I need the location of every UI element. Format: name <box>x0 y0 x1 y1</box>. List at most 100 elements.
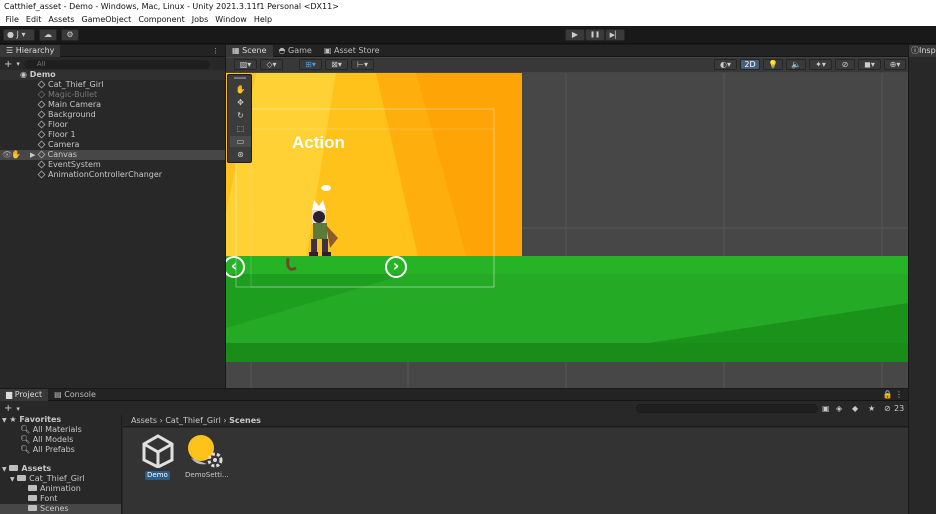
hierarchy-item[interactable]: Camera <box>0 140 225 150</box>
hand-icon: ✋ <box>235 85 246 94</box>
menu-gameobject[interactable]: GameObject <box>78 14 135 26</box>
tab-asset-store[interactable]: ▣ Asset Store <box>318 45 386 57</box>
create-asset-button[interactable]: + <box>0 403 16 414</box>
scale-tool-button[interactable]: ⬚ <box>230 123 251 134</box>
menu-assets[interactable]: Assets <box>45 14 78 26</box>
menu-window[interactable]: Window <box>212 14 251 26</box>
folder-item[interactable]: Scenes <box>0 504 121 514</box>
move-tool-button[interactable]: ✥ <box>230 97 251 108</box>
hierarchy-item[interactable]: 👁 ✋ ▶ Canvas <box>0 150 225 160</box>
store-icon: ▣ <box>323 45 334 55</box>
transform-icon: ⊛ <box>237 150 244 159</box>
snap-increment-button[interactable]: ⊠▾ <box>325 59 348 70</box>
cloud-icon: ☁ <box>44 30 52 39</box>
asset-item[interactable]: Demo <box>139 434 175 486</box>
align-button[interactable]: ⊢▾ <box>351 59 374 70</box>
tab-scene[interactable]: ▦ Scene <box>226 44 273 57</box>
step-button[interactable]: ▶▏ <box>605 29 625 41</box>
scene-root[interactable]: ◉ Demo <box>0 70 225 80</box>
hierarchy-item[interactable]: Cat_Thief_Girl <box>0 80 225 90</box>
audio-toggle-button[interactable]: 🔈 <box>786 59 806 70</box>
folder-item[interactable]: Animation <box>0 484 121 494</box>
transform-tool-button[interactable]: ⊛ <box>230 149 251 160</box>
favorite-item[interactable]: 🔍︎ All Models <box>0 435 121 445</box>
cloud-button[interactable]: ☁ <box>39 29 57 41</box>
expand-arrow-icon[interactable]: ▶ <box>30 151 38 159</box>
gameobject-icon <box>37 150 46 159</box>
draw-mode-button[interactable]: ▨▾ <box>234 59 257 70</box>
folder-icon <box>9 465 19 471</box>
lighting-toggle-button[interactable]: 💡 <box>763 59 783 70</box>
inspector-panel: ⓘInsp <box>909 44 936 514</box>
menu-help[interactable]: Help <box>250 14 275 26</box>
hierarchy-item[interactable]: Floor 1 <box>0 130 225 140</box>
right-arrow-button[interactable]: › <box>385 256 407 278</box>
chevron-down-icon: ▾ <box>16 404 20 413</box>
rect-transform-icon: ▭ <box>236 137 245 146</box>
menu-jobs[interactable]: Jobs <box>188 14 212 26</box>
hierarchy-panel: ☰ Hierarchy ⋮ + ▾ ◉ Demo Cat_Thief_Girl … <box>0 44 225 388</box>
tab-hierarchy[interactable]: ☰ Hierarchy <box>0 44 61 57</box>
scene-viewport[interactable]: Action ‹ › ✋ ✥ ↻ ⬚ ▭ ⊛ <box>226 73 908 388</box>
shading-button[interactable]: ◇▾ <box>260 59 283 70</box>
settings-button[interactable]: ⚙ <box>61 29 79 41</box>
scene-visibility-button[interactable]: ⊘ <box>835 59 855 70</box>
hierarchy-item[interactable]: AnimationControllerChanger <box>0 170 225 180</box>
folder-icon <box>28 495 37 501</box>
tab-console[interactable]: ▤ Console <box>48 389 102 401</box>
lighting-settings-icon <box>188 435 223 468</box>
2d-toggle-button[interactable]: 2D <box>740 59 760 70</box>
menu-file[interactable]: File <box>2 14 22 26</box>
grid-snap-icon: ⊞▾ <box>305 60 316 69</box>
favorite-item[interactable]: 🔍︎ All Prefabs <box>0 445 121 455</box>
effects-icon: ✦▾ <box>815 60 826 69</box>
effects-button[interactable]: ✦▾ <box>809 59 832 70</box>
account-dropdown[interactable]: ● J ▾ <box>3 29 35 41</box>
breadcrumb-item[interactable]: Scenes <box>229 416 261 425</box>
menu-component[interactable]: Component <box>135 14 188 26</box>
breadcrumb-item[interactable]: Cat_Thief_Girl <box>165 416 220 425</box>
hierarchy-item[interactable]: EventSystem <box>0 160 225 170</box>
align-icon: ⊢▾ <box>357 60 368 69</box>
hidden-packages-icon[interactable]: ⊘ <box>884 404 891 413</box>
tab-game[interactable]: ◓ Game <box>273 45 318 57</box>
grid-snap-button[interactable]: ⊞▾ <box>299 59 322 70</box>
rotate-tool-button[interactable]: ↻ <box>230 110 251 121</box>
camera-settings-button[interactable]: ◼▾ <box>858 59 881 70</box>
gizmos-button[interactable]: ⊕▾ <box>884 59 906 70</box>
folder-item[interactable]: ▼ Cat_Thief_Girl <box>0 474 121 484</box>
gameobject-icon <box>37 140 46 149</box>
project-search-input[interactable] <box>636 404 818 413</box>
menu-edit[interactable]: Edit <box>22 14 45 26</box>
hand-tool-button[interactable]: ✋ <box>230 84 251 95</box>
render-mode-button[interactable]: ◐▾ <box>714 59 737 70</box>
hierarchy-item[interactable]: Main Camera <box>0 100 225 110</box>
window-title: Catthief_asset - Demo - Windows, Mac, Li… <box>0 0 936 14</box>
hierarchy-item[interactable]: Background <box>0 110 225 120</box>
breadcrumb-item[interactable]: Assets <box>131 416 157 425</box>
hierarchy-item[interactable]: Floor <box>0 120 225 130</box>
hierarchy-search-input[interactable] <box>23 59 210 69</box>
pause-button[interactable]: ❚❚ <box>585 29 605 41</box>
search-icon: 🔍︎ <box>20 445 31 454</box>
asset-item[interactable]: DemoSetti... <box>185 434 229 486</box>
filter-type-icon[interactable]: ▣ <box>822 404 830 413</box>
rect-tool-button[interactable]: ▭ <box>230 136 251 147</box>
favorites-header[interactable]: ▼ ★ Favorites <box>0 415 121 425</box>
hierarchy-item[interactable]: Magic-Bullet <box>0 90 225 100</box>
tab-project[interactable]: ▆ Project <box>0 388 49 401</box>
add-object-button[interactable]: + <box>0 59 16 70</box>
favorite-star-icon[interactable]: ★ <box>868 404 875 413</box>
filter-label-icon[interactable]: ◈ <box>836 404 842 413</box>
assets-header[interactable]: ▼ Assets <box>0 464 121 474</box>
panel-menu-icon[interactable]: ⋮ <box>212 47 225 55</box>
lock-icon[interactable]: 🔒 ⋮ <box>882 390 908 399</box>
folder-item[interactable]: Font <box>0 494 121 504</box>
tab-inspector[interactable]: ⓘInsp <box>909 44 936 57</box>
tag-icon[interactable]: ◆ <box>852 404 858 413</box>
gameobject-icon <box>37 160 46 169</box>
drag-handle[interactable] <box>234 77 246 79</box>
hand-icon[interactable]: ✋ <box>11 150 21 160</box>
play-button[interactable]: ▶ <box>565 29 585 41</box>
favorite-item[interactable]: 🔍︎ All Materials <box>0 425 121 435</box>
